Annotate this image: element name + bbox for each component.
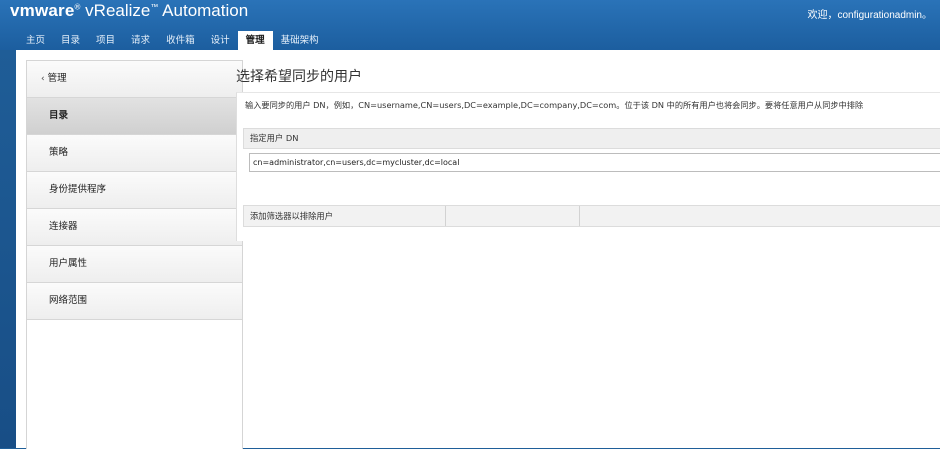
- filter-cell-2: [446, 206, 580, 226]
- chevron-left-icon: ‹: [41, 74, 45, 84]
- brand-product2: Automation: [162, 1, 249, 20]
- welcome-text: 欢迎，configurationadmin。: [807, 10, 933, 21]
- brand-product: vRealize: [85, 1, 151, 20]
- brand-logo: vmware® vRealize™ Automation: [10, 1, 248, 21]
- page-title: 选择希望同步的用户: [236, 69, 362, 85]
- instructions-text: 输入要同步的用户 DN，例如，CN=username,CN=users,DC=e…: [245, 100, 864, 110]
- sidebar-item-directories[interactable]: 目录: [27, 98, 242, 135]
- tab-catalog[interactable]: 目录: [53, 31, 88, 50]
- tab-infrastructure[interactable]: 基础架构: [273, 31, 327, 50]
- tab-inbox[interactable]: 收件箱: [158, 31, 203, 50]
- tab-requests[interactable]: 请求: [123, 31, 158, 50]
- main-area: ‹ 管理 目录 策略 身份提供程序 连接器 用户属性 网络范围 选择希望同步的用户…: [16, 50, 940, 449]
- sidebar-item-identity-providers[interactable]: 身份提供程序: [27, 172, 242, 209]
- sidebar-item-policies[interactable]: 策略: [27, 135, 242, 172]
- brand-tm: ®: [74, 2, 81, 12]
- tab-items[interactable]: 项目: [88, 31, 123, 50]
- filter-cell-3: [580, 206, 940, 226]
- main-tabs: 主页 目录 项目 请求 收件箱 设计 管理 基础架构: [18, 31, 327, 50]
- sidebar-back-administration[interactable]: ‹ 管理: [27, 61, 242, 98]
- add-filter-label[interactable]: 添加筛选器以排除用户: [244, 206, 446, 226]
- sidebar-back-label: 管理: [47, 73, 67, 84]
- user-dn-input[interactable]: cn=administrator,cn=users,dc=mycluster,d…: [249, 153, 940, 172]
- tab-design[interactable]: 设计: [203, 31, 238, 50]
- sidebar-item-network-ranges[interactable]: 网络范围: [27, 283, 242, 320]
- tab-administration[interactable]: 管理: [237, 31, 273, 50]
- left-edge: [0, 50, 16, 448]
- sidebar-item-user-attributes[interactable]: 用户属性: [27, 246, 242, 283]
- sync-users-panel: 输入要同步的用户 DN，例如，CN=username,CN=users,DC=e…: [236, 92, 940, 241]
- top-header: vmware® vRealize™ Automation 欢迎，configur…: [0, 0, 940, 50]
- filter-row: 添加筛选器以排除用户: [243, 205, 940, 227]
- tab-home[interactable]: 主页: [18, 31, 53, 50]
- dn-header: 指定用户 DN: [243, 128, 940, 149]
- brand-product-tm: ™: [150, 2, 159, 12]
- vmware-logo: vmware: [10, 1, 75, 20]
- content-area: 选择希望同步的用户 输入要同步的用户 DN，例如，CN=username,CN=…: [236, 60, 940, 241]
- sidebar-item-connectors[interactable]: 连接器: [27, 209, 242, 246]
- sidebar: ‹ 管理 目录 策略 身份提供程序 连接器 用户属性 网络范围: [26, 60, 243, 449]
